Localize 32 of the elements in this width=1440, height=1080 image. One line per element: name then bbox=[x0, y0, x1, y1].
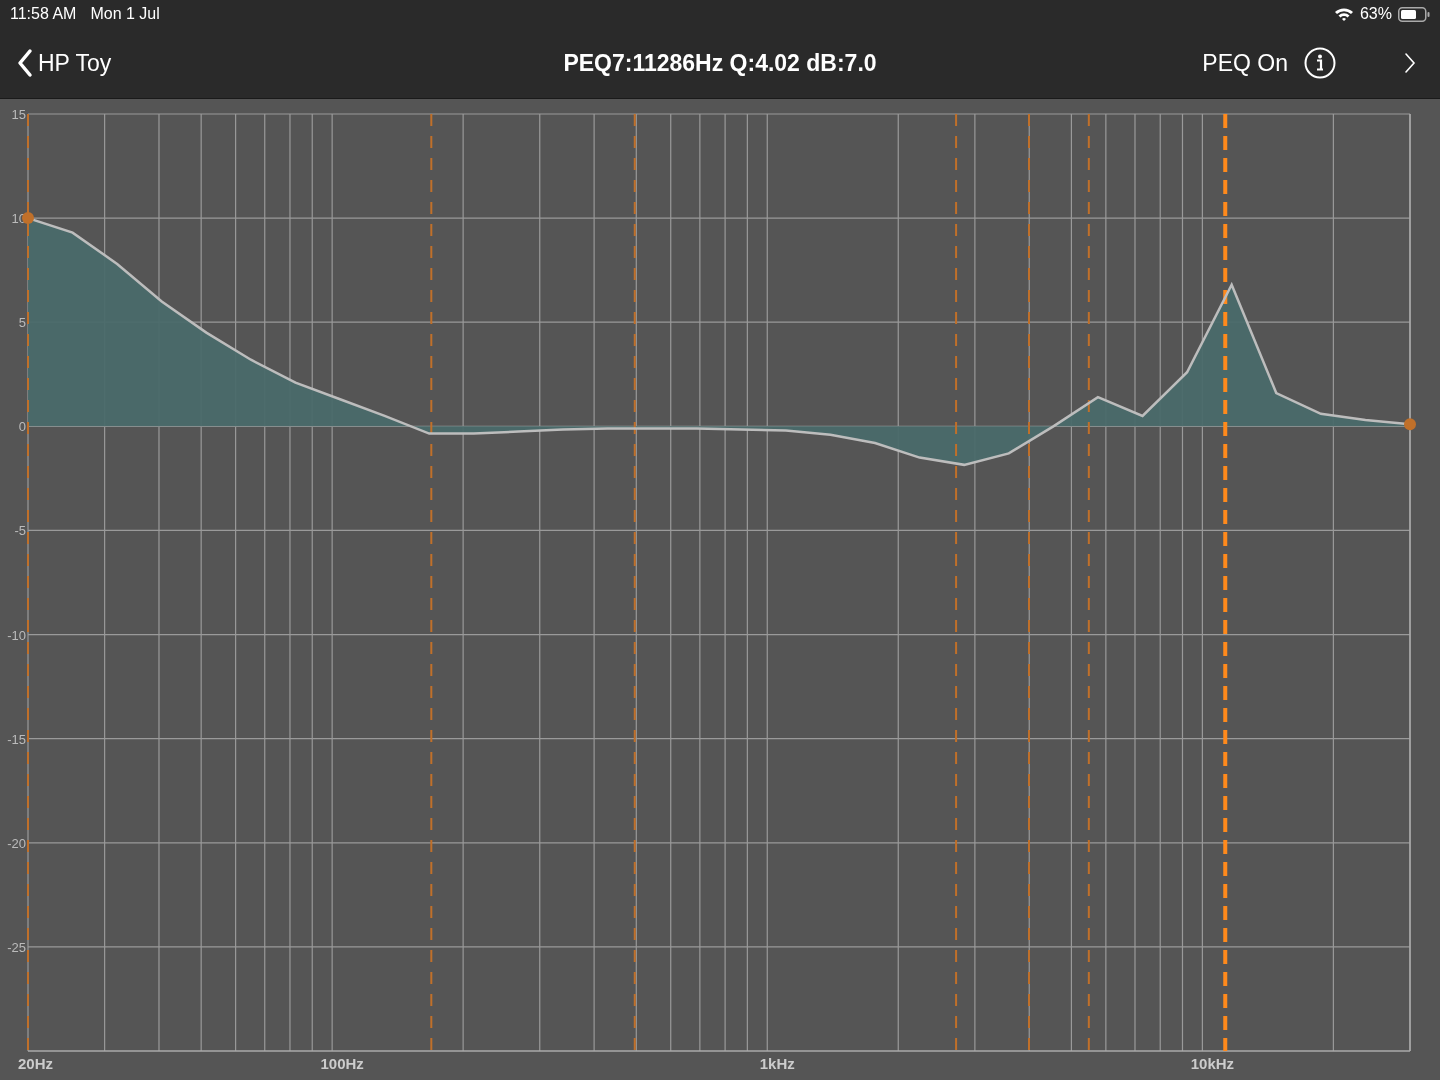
axis-label: -25 bbox=[7, 939, 26, 955]
axis-label: 20Hz bbox=[18, 1055, 54, 1072]
chevron-left-icon bbox=[16, 48, 34, 78]
filter-marker[interactable] bbox=[27, 114, 29, 1050]
status-time: 11:58 AM bbox=[10, 5, 77, 23]
peq-toggle[interactable]: PEQ On bbox=[1202, 49, 1288, 77]
filter-marker[interactable] bbox=[633, 114, 636, 1050]
filter-handle[interactable] bbox=[22, 212, 34, 225]
nav-title: PEQ7:11286Hz Q:4.02 dB:7.0 bbox=[563, 49, 877, 76]
filter-marker[interactable] bbox=[955, 114, 958, 1050]
axis-label: 15 bbox=[11, 107, 26, 122]
battery-icon bbox=[1398, 6, 1430, 22]
axis-label: -10 bbox=[7, 627, 26, 643]
status-date: Mon 1 Jul bbox=[90, 5, 160, 23]
axis-label: 5 bbox=[18, 315, 26, 331]
axis-label: 0 bbox=[18, 419, 26, 435]
axis-label: 100Hz bbox=[320, 1055, 364, 1072]
filter-marker[interactable] bbox=[1028, 114, 1030, 1050]
filter-handle[interactable] bbox=[1404, 418, 1416, 431]
info-icon[interactable] bbox=[1304, 47, 1336, 79]
axis-label: -20 bbox=[7, 835, 26, 851]
axis-label: 10kHz bbox=[1190, 1055, 1235, 1072]
axis-label: -15 bbox=[7, 731, 26, 747]
battery-percent: 63% bbox=[1359, 5, 1392, 23]
chevron-right-icon[interactable] bbox=[1404, 52, 1416, 74]
axis-label: 1kHz bbox=[759, 1055, 795, 1072]
back-button[interactable]: HP Toy bbox=[16, 48, 112, 78]
filter-marker[interactable] bbox=[430, 114, 433, 1050]
axis-label: -5 bbox=[14, 523, 26, 539]
filter-marker[interactable] bbox=[1087, 114, 1090, 1050]
filter-marker[interactable] bbox=[1223, 114, 1228, 1051]
wifi-icon bbox=[1333, 6, 1354, 22]
